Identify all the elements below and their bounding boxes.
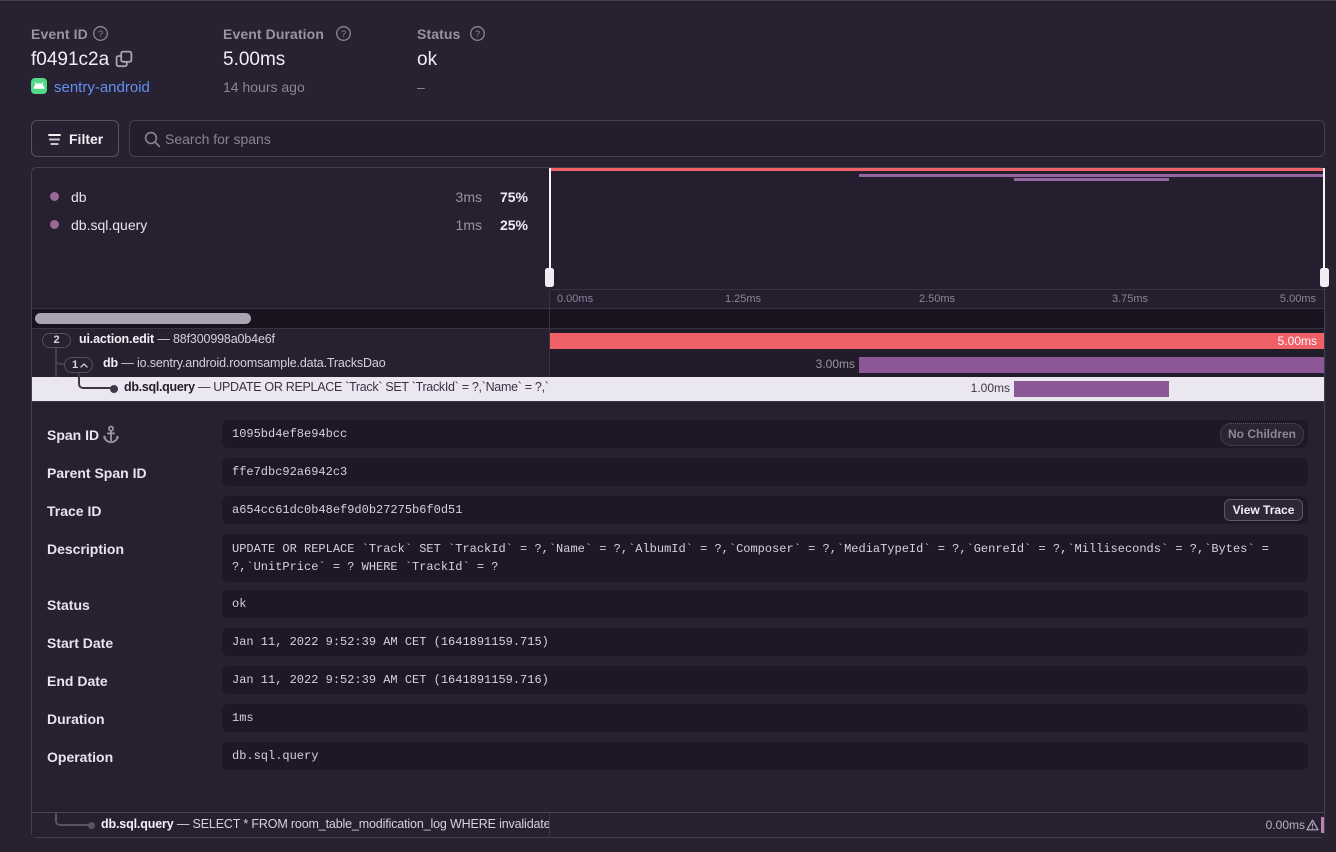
svg-text:?: ? <box>341 29 346 40</box>
svg-text:?: ? <box>98 29 103 40</box>
svg-text:?: ? <box>475 29 480 40</box>
